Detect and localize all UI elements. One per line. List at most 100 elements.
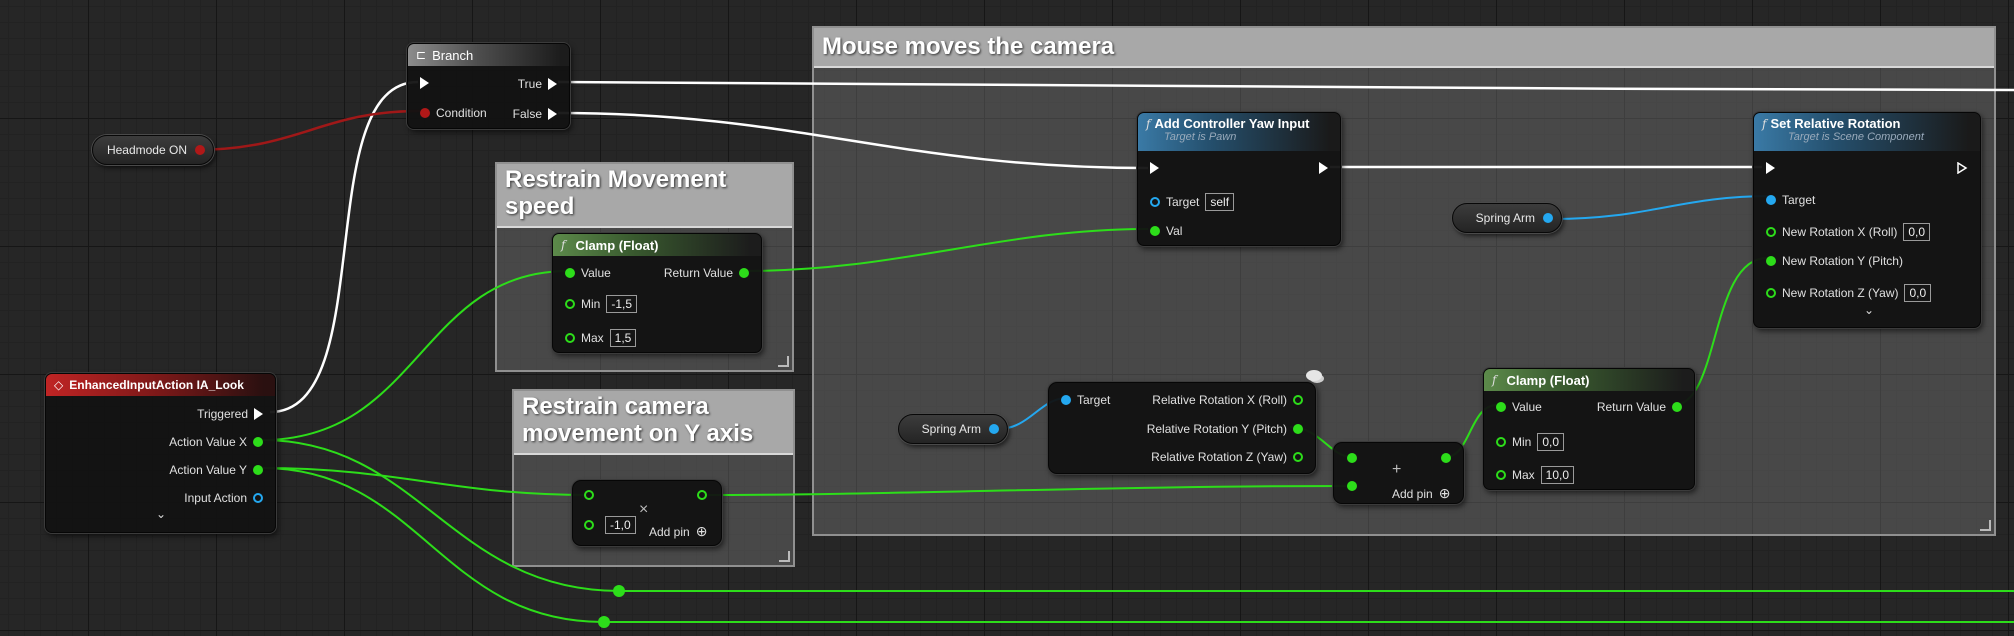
branch-node[interactable]: ⊏ Branch True Condition False: [407, 43, 570, 129]
exec-pin-icon[interactable]: [420, 77, 429, 89]
set-rotation-target-row[interactable]: Target: [1766, 193, 1815, 207]
min-input[interactable]: 0,0: [1537, 433, 1565, 451]
float-pin-icon[interactable]: [1293, 452, 1303, 462]
branch-true-row[interactable]: True: [518, 77, 557, 91]
add-pin-button[interactable]: Add pin ⊕: [649, 523, 707, 540]
add-controller-yaw-node[interactable]: f Add Controller Yaw Input Target is Pawn…: [1137, 112, 1341, 246]
exec-pin-icon[interactable]: [548, 78, 557, 90]
float-pin-icon[interactable]: [1150, 226, 1160, 236]
float-pin-icon[interactable]: [584, 520, 594, 530]
float-pin-icon[interactable]: [565, 333, 575, 343]
set-rotation-header[interactable]: f Set Relative Rotation Target is Scene C…: [1754, 113, 1980, 151]
object-pin-icon[interactable]: [989, 424, 999, 434]
float-pin-icon[interactable]: [584, 490, 594, 500]
clamp-value-row[interactable]: Value: [565, 266, 611, 280]
action-x-row[interactable]: Action Value X: [169, 435, 263, 449]
clamp-min-row[interactable]: Min 0,0: [1496, 433, 1565, 451]
clamp-header[interactable]: f Clamp (Float): [553, 234, 761, 256]
float-pin-icon[interactable]: [1347, 453, 1357, 463]
break-y-row[interactable]: Relative Rotation Y (Pitch): [1147, 422, 1303, 436]
float-pin-icon[interactable]: [1347, 481, 1357, 491]
float-pin-icon[interactable]: [697, 490, 707, 500]
exec-pin-icon[interactable]: [1319, 162, 1328, 174]
break-target-row[interactable]: Target: [1061, 393, 1110, 407]
float-pin-icon[interactable]: [253, 437, 263, 447]
float-pin-icon[interactable]: [1441, 453, 1451, 463]
max-input[interactable]: 10,0: [1540, 466, 1575, 484]
clamp-float-node-1[interactable]: f Clamp (Float) Value Return Value Min -…: [552, 233, 762, 353]
clamp-max-row[interactable]: Max 10,0: [1496, 466, 1575, 484]
branch-false-row[interactable]: False: [513, 107, 557, 121]
exec-pin-icon[interactable]: [548, 108, 557, 120]
exec-pin-icon[interactable]: [1150, 162, 1159, 174]
plus-circle-icon[interactable]: ⊕: [696, 523, 708, 540]
bool-pin-icon[interactable]: [195, 145, 205, 155]
float-pin-icon[interactable]: [1766, 288, 1776, 298]
branch-condition-row[interactable]: Condition: [420, 106, 487, 120]
object-pin-icon[interactable]: [1061, 395, 1071, 405]
bool-pin-icon[interactable]: [420, 108, 430, 118]
action-y-row[interactable]: Action Value Y: [169, 463, 263, 477]
set-rotation-z-row[interactable]: New Rotation Z (Yaw) 0,0: [1766, 284, 1932, 302]
clamp-float-node-2[interactable]: f Clamp (Float) Value Return Value Min 0…: [1483, 368, 1695, 490]
float-pin-icon[interactable]: [1766, 256, 1776, 266]
float-pin-icon[interactable]: [1496, 437, 1506, 447]
rotation-z-input[interactable]: 0,0: [1904, 284, 1932, 302]
float-pin-icon[interactable]: [739, 268, 749, 278]
input-action-node[interactable]: ◇ EnhancedInputAction IA_Look Triggered …: [45, 373, 276, 533]
comment-bubble-icon[interactable]: [1306, 370, 1322, 381]
break-rotation-node[interactable]: Target Relative Rotation X (Roll) Relati…: [1048, 382, 1316, 474]
spring-arm-variable-2[interactable]: Spring Arm: [898, 414, 1008, 444]
exec-pin-icon[interactable]: [1766, 162, 1775, 174]
add-node[interactable]: + Add pin ⊕: [1333, 442, 1464, 504]
clamp-max-row[interactable]: Max 1,5: [565, 329, 637, 347]
float-pin-icon[interactable]: [565, 299, 575, 309]
exec-pin-icon[interactable]: [254, 408, 263, 420]
clamp-value-row[interactable]: Value: [1496, 400, 1542, 414]
float-pin-icon[interactable]: [1293, 424, 1303, 434]
input-action-row[interactable]: Input Action: [184, 491, 263, 505]
float-pin-icon[interactable]: [1496, 470, 1506, 480]
object-pin-icon[interactable]: [1766, 195, 1776, 205]
float-pin-icon[interactable]: [1496, 402, 1506, 412]
headmode-on-variable[interactable]: Headmode ON: [92, 135, 214, 165]
expand-chevron-icon[interactable]: ⌄: [156, 507, 166, 521]
spring-arm-variable-1[interactable]: Spring Arm: [1452, 203, 1562, 233]
multiply-node[interactable]: × -1,0 Add pin ⊕: [572, 480, 722, 546]
float-pin-icon[interactable]: [1293, 395, 1303, 405]
clamp-header[interactable]: f Clamp (Float): [1484, 369, 1694, 391]
plus-circle-icon[interactable]: ⊕: [1439, 485, 1451, 502]
set-rotation-exec-out[interactable]: [1957, 162, 1968, 174]
object-pin-icon[interactable]: [1150, 197, 1160, 207]
set-rotation-x-row[interactable]: New Rotation X (Roll) 0,0: [1766, 223, 1931, 241]
exec-pin-icon[interactable]: [1957, 162, 1968, 174]
clamp-min-row[interactable]: Min -1,5: [565, 295, 638, 313]
input-action-header[interactable]: ◇ EnhancedInputAction IA_Look: [46, 374, 275, 396]
yaw-exec-out[interactable]: [1319, 162, 1328, 174]
float-pin-icon[interactable]: [1766, 227, 1776, 237]
clamp-return-row[interactable]: Return Value: [1597, 400, 1682, 414]
add-pin-button[interactable]: Add pin ⊕: [1392, 485, 1450, 502]
rotation-x-input[interactable]: 0,0: [1903, 223, 1931, 241]
set-relative-rotation-node[interactable]: f Set Relative Rotation Target is Scene C…: [1753, 112, 1981, 328]
float-pin-icon[interactable]: [565, 268, 575, 278]
yaw-header[interactable]: f Add Controller Yaw Input Target is Pawn: [1138, 113, 1340, 151]
yaw-exec-in[interactable]: [1150, 162, 1159, 174]
max-input[interactable]: 1,5: [609, 329, 637, 347]
set-rotation-exec-in[interactable]: [1766, 162, 1775, 174]
set-rotation-y-row[interactable]: New Rotation Y (Pitch): [1766, 254, 1903, 268]
break-z-row[interactable]: Relative Rotation Z (Yaw): [1151, 450, 1303, 464]
clamp-return-row[interactable]: Return Value: [664, 266, 749, 280]
branch-header[interactable]: ⊏ Branch: [408, 44, 569, 66]
object-pin-icon[interactable]: [253, 493, 263, 503]
min-input[interactable]: -1,5: [606, 295, 638, 313]
triggered-row[interactable]: Triggered: [197, 407, 263, 421]
object-pin-icon[interactable]: [1543, 213, 1553, 223]
yaw-val-row[interactable]: Val: [1150, 224, 1182, 238]
self-input[interactable]: self: [1205, 193, 1235, 211]
branch-exec-in[interactable]: [420, 77, 429, 89]
break-x-row[interactable]: Relative Rotation X (Roll): [1152, 393, 1303, 407]
multiply-input[interactable]: -1,0: [605, 516, 636, 534]
expand-chevron-icon[interactable]: ⌄: [1864, 303, 1874, 317]
float-pin-icon[interactable]: [253, 465, 263, 475]
